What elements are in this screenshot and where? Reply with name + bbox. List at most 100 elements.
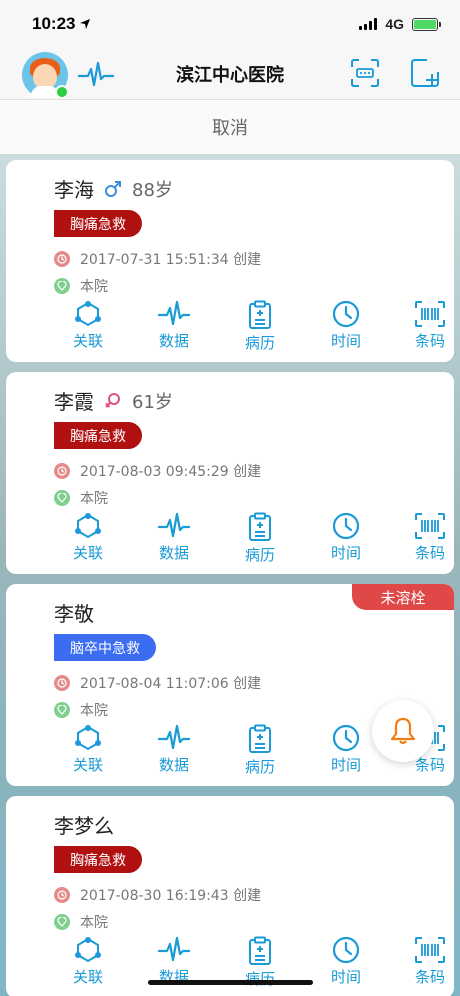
clock-icon bbox=[332, 512, 360, 540]
patient-name: 李霞 bbox=[54, 390, 94, 414]
action-clipboard-button[interactable]: 病历 bbox=[230, 300, 290, 353]
status-time-text: 10:23 bbox=[32, 14, 76, 33]
online-status-icon bbox=[55, 85, 69, 99]
emergency-tag: 脑卒中急救 bbox=[54, 634, 156, 661]
action-label: 数据 bbox=[158, 332, 189, 350]
scan-icon[interactable] bbox=[350, 58, 380, 88]
female-icon bbox=[104, 392, 122, 410]
action-label: 病历 bbox=[244, 970, 275, 988]
action-label: 时间 bbox=[330, 332, 361, 350]
bell-icon bbox=[390, 717, 416, 745]
clipboard-icon bbox=[247, 512, 273, 542]
action-label: 条码 bbox=[414, 544, 445, 562]
action-label: 关联 bbox=[72, 756, 103, 774]
clock-icon bbox=[332, 300, 360, 328]
pulse-icon bbox=[158, 300, 190, 328]
nav-bar: 滨江中心医院 bbox=[0, 48, 460, 100]
action-pulse-button[interactable]: 数据 bbox=[144, 512, 204, 563]
action-pulse-button[interactable]: 数据 bbox=[144, 724, 204, 775]
action-clipboard-button[interactable]: 病历 bbox=[230, 512, 290, 565]
action-clipboard-button[interactable]: 病历 bbox=[230, 724, 290, 777]
action-label: 时间 bbox=[330, 968, 361, 986]
action-label: 关联 bbox=[72, 332, 103, 350]
clock-icon bbox=[332, 936, 360, 964]
patient-header: 李霞 61岁 bbox=[54, 386, 173, 415]
pulse-icon bbox=[158, 936, 190, 964]
signal-icon bbox=[359, 18, 378, 30]
add-patient-icon[interactable] bbox=[410, 58, 440, 88]
action-label: 病历 bbox=[244, 546, 275, 564]
action-link-button[interactable]: 关联 bbox=[58, 724, 118, 775]
action-link-button[interactable]: 关联 bbox=[58, 300, 118, 351]
action-label: 病历 bbox=[244, 334, 275, 352]
action-barcode-button[interactable]: 条码 bbox=[400, 300, 454, 351]
location-pin-icon bbox=[54, 278, 70, 294]
action-barcode-button[interactable]: 条码 bbox=[400, 512, 454, 563]
home-indicator[interactable] bbox=[148, 980, 313, 985]
status-time: 10:23 bbox=[32, 14, 91, 34]
clock-icon bbox=[332, 724, 360, 752]
patient-card[interactable]: 李霞 61岁胸痛急救 2017-08-03 09:45:29 创建 本院关联 数据 病历 时… bbox=[6, 372, 454, 574]
location-pin-icon bbox=[54, 702, 70, 718]
action-clock-button[interactable]: 时间 bbox=[316, 724, 376, 775]
link-icon bbox=[74, 300, 102, 328]
clock-small-icon bbox=[54, 463, 70, 479]
action-label: 时间 bbox=[330, 756, 361, 774]
place-row: 本院 bbox=[54, 912, 108, 932]
created-time: 2017-08-04 11:07:06 创建 bbox=[80, 676, 262, 692]
patient-name: 李梦么 bbox=[54, 814, 114, 838]
page-title: 滨江中心医院 bbox=[176, 64, 284, 86]
action-label: 关联 bbox=[72, 544, 103, 562]
created-row: 2017-08-04 11:07:06 创建 bbox=[54, 673, 261, 693]
action-label: 时间 bbox=[330, 544, 361, 562]
clock-small-icon bbox=[54, 675, 70, 691]
clipboard-icon bbox=[247, 300, 273, 330]
place-row: 本院 bbox=[54, 488, 108, 508]
action-clock-button[interactable]: 时间 bbox=[316, 936, 376, 987]
status-bar: 10:23 4G bbox=[0, 0, 460, 48]
place-text: 本院 bbox=[80, 491, 108, 507]
barcode-icon bbox=[414, 936, 446, 964]
patient-card[interactable]: 李梦么 胸痛急救 2017-08-30 16:19:43 创建 本院 关联 数据 病历 时间条… bbox=[6, 796, 454, 996]
action-link-button[interactable]: 关联 bbox=[58, 512, 118, 563]
emergency-tag: 胸痛急救 bbox=[54, 422, 142, 449]
place-row: 本院 bbox=[54, 700, 108, 720]
created-row: 2017-08-03 09:45:29 创建 bbox=[54, 461, 261, 481]
notification-button[interactable] bbox=[372, 700, 434, 762]
battery-icon bbox=[412, 17, 441, 31]
heartbeat-icon[interactable] bbox=[78, 60, 114, 90]
cancel-button[interactable]: 取消 bbox=[0, 100, 460, 154]
barcode-icon bbox=[414, 512, 446, 540]
created-time: 2017-08-03 09:45:29 创建 bbox=[80, 464, 262, 480]
action-pulse-button[interactable]: 数据 bbox=[144, 300, 204, 351]
patient-header: 李海 88岁 bbox=[54, 174, 173, 203]
patient-header: 李梦么 bbox=[54, 810, 114, 839]
emergency-tag: 胸痛急救 bbox=[54, 210, 142, 237]
created-time: 2017-08-30 16:19:43 创建 bbox=[80, 888, 262, 904]
action-link-button[interactable]: 关联 bbox=[58, 936, 118, 987]
user-avatar[interactable] bbox=[22, 52, 69, 99]
clock-small-icon bbox=[54, 251, 70, 267]
location-pin-icon bbox=[54, 914, 70, 930]
patient-name: 李海 bbox=[54, 178, 94, 202]
place-row: 本院 bbox=[54, 276, 108, 296]
card-actions: 关联 数据病历 时间 条码 bbox=[6, 512, 454, 572]
link-icon bbox=[74, 512, 102, 540]
male-icon bbox=[104, 180, 122, 198]
place-text: 本院 bbox=[80, 915, 108, 931]
action-label: 条码 bbox=[414, 332, 445, 350]
patient-card[interactable]: 李海 88岁 胸痛急救 2017-07-31 15:51:34 创建 本院 关联 数据 病历 时… bbox=[6, 160, 454, 362]
barcode-icon bbox=[414, 300, 446, 328]
place-text: 本院 bbox=[80, 279, 108, 295]
location-arrow-icon bbox=[80, 19, 91, 29]
status-indicators: 4G bbox=[359, 16, 441, 32]
card-actions: 关联 数据 病历 时间 条码 bbox=[6, 300, 454, 360]
action-clock-button[interactable]: 时间 bbox=[316, 512, 376, 563]
network-type: 4G bbox=[385, 16, 404, 32]
action-label: 数据 bbox=[158, 756, 189, 774]
card-actions: 关联 数据 病历 时间 条码 bbox=[6, 936, 454, 996]
pulse-icon bbox=[158, 512, 190, 540]
action-barcode-button[interactable]: 条码 bbox=[400, 936, 454, 987]
action-clock-button[interactable]: 时间 bbox=[316, 300, 376, 351]
clipboard-icon bbox=[247, 724, 273, 754]
